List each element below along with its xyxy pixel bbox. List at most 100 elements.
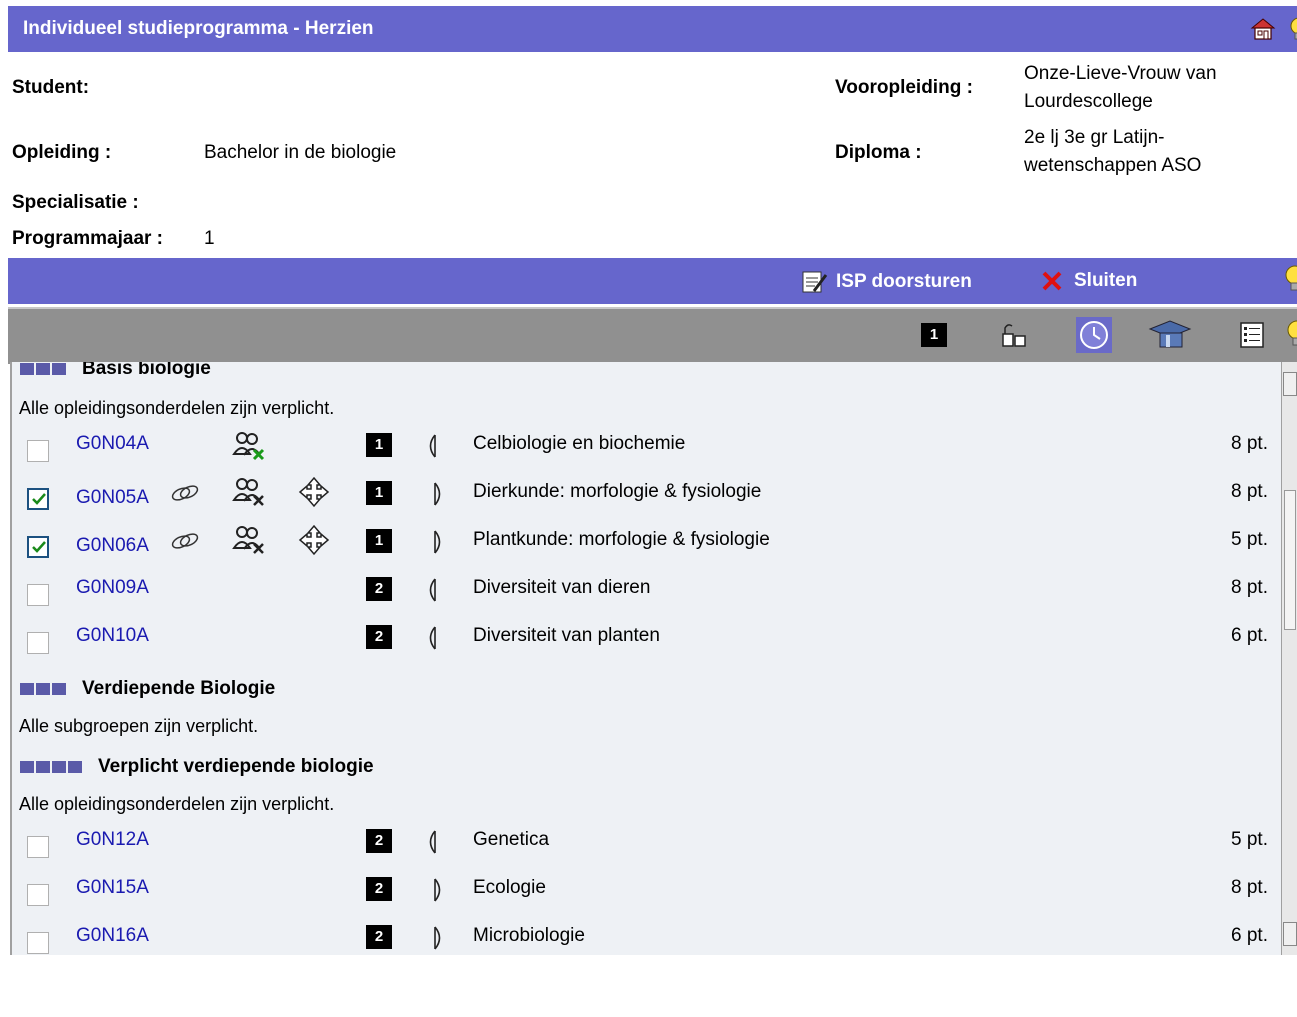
course-points: 8 pt. xyxy=(1231,577,1268,598)
lock-icon[interactable] xyxy=(998,319,1030,351)
semester-first-icon xyxy=(424,625,438,656)
course-row: G0N12A 2 Genetica 5 pt. xyxy=(12,826,1282,872)
opleiding-label: Opleiding : xyxy=(12,142,112,163)
vooropleiding-value-line1: Onze-Lieve-Vrouw van xyxy=(1024,63,1217,84)
phase-badge: 2 xyxy=(366,925,392,949)
course-name: Diversiteit van dieren xyxy=(473,577,651,598)
sluiten-button[interactable]: Sluiten xyxy=(1040,269,1137,293)
course-name: Diversiteit van planten xyxy=(473,625,660,646)
course-points: 8 pt. xyxy=(1231,433,1268,454)
link-chain-icon[interactable] xyxy=(170,530,200,557)
group-title-verplicht: Verplicht verdiepende biologie xyxy=(20,756,374,778)
course-row: G0N05A 1 Dierkunde: morfologie & fysiolo… xyxy=(12,476,1282,524)
course-code-link[interactable]: G0N05A xyxy=(76,487,149,509)
semester-first-icon xyxy=(424,577,438,608)
diploma-value-line2: wetenschappen ASO xyxy=(1024,155,1202,176)
semester-second-icon xyxy=(432,877,446,908)
phase-badge: 1 xyxy=(366,529,392,553)
course-row: G0N09A 2 Diversiteit van dieren 8 pt. xyxy=(12,574,1282,620)
opleiding-value: Bachelor in de biologie xyxy=(204,142,397,163)
group-note: Alle opleidingsonderdelen zijn verplicht… xyxy=(19,794,335,814)
programmajaar-value: 1 xyxy=(204,228,215,249)
home-icon[interactable] xyxy=(1250,16,1276,42)
isp-doorsturen-button[interactable]: ISP doorsturen xyxy=(800,269,972,295)
phase-badge: 1 xyxy=(366,433,392,457)
course-code-link[interactable]: G0N10A xyxy=(76,625,149,647)
course-points: 5 pt. xyxy=(1231,829,1268,850)
course-checkbox[interactable] xyxy=(27,632,49,654)
clock-icon[interactable] xyxy=(1076,317,1112,353)
group-title-basis: Basis biologie xyxy=(20,362,211,380)
student-label: Student: xyxy=(12,77,90,98)
course-code-link[interactable]: G0N12A xyxy=(76,829,149,851)
course-name: Microbiologie xyxy=(473,925,585,946)
column-toolbar: 1 xyxy=(8,307,1297,364)
group-note: Alle subgroepen zijn verplicht. xyxy=(19,716,259,736)
course-checkbox[interactable] xyxy=(27,932,49,954)
course-code-link[interactable]: G0N15A xyxy=(76,877,149,899)
level-marker-icon xyxy=(20,761,84,773)
course-name: Genetica xyxy=(473,829,550,850)
group-note: Alle opleidingsonderdelen zijn verplicht… xyxy=(19,398,335,418)
page-title: Individueel studieprogramma - Herzien xyxy=(23,18,374,39)
diploma-value-line1: 2e lj 3e gr Latijn- xyxy=(1024,127,1165,148)
course-checkbox[interactable] xyxy=(27,584,49,606)
group-title-text: Basis biologie xyxy=(82,362,211,379)
phase-badge: 2 xyxy=(366,877,392,901)
scroll-thumb[interactable] xyxy=(1284,490,1296,630)
course-code-link[interactable]: G0N06A xyxy=(76,535,149,557)
semester-second-icon xyxy=(432,481,446,512)
course-code-link[interactable]: G0N09A xyxy=(76,577,149,599)
level-marker-icon xyxy=(20,683,68,695)
course-checkbox[interactable] xyxy=(27,440,49,462)
course-row: G0N15A 2 Ecologie 8 pt. xyxy=(12,874,1282,920)
specialisatie-label: Specialisatie : xyxy=(12,192,139,213)
course-points: 6 pt. xyxy=(1231,625,1268,646)
help-bulb-icon[interactable] xyxy=(1285,319,1297,349)
phase-number: 1 xyxy=(921,323,947,347)
vertical-scrollbar[interactable] xyxy=(1281,362,1297,955)
semester-first-icon xyxy=(424,829,438,860)
course-name: Ecologie xyxy=(473,877,546,898)
group-title-verdiepende: Verdiepende Biologie xyxy=(20,678,275,700)
move-arrows-icon[interactable] xyxy=(298,476,330,513)
scroll-down-button[interactable] xyxy=(1283,922,1297,946)
help-bulb-icon[interactable] xyxy=(1287,16,1297,42)
persons-icon[interactable] xyxy=(232,476,266,513)
sluiten-label: Sluiten xyxy=(1074,270,1138,291)
persons-icon[interactable] xyxy=(232,524,266,561)
list-icon[interactable] xyxy=(1236,319,1268,351)
semester-first-icon xyxy=(424,433,438,464)
phase-badge: 2 xyxy=(366,577,392,601)
action-bar: ISP doorsturen Sluiten xyxy=(8,258,1297,304)
semester-second-icon xyxy=(432,529,446,560)
send-notepad-icon xyxy=(802,271,828,293)
phase-filter-icon[interactable]: 1 xyxy=(918,319,950,351)
course-row: G0N10A 2 Diversiteit van planten 6 pt. xyxy=(12,622,1282,668)
graduation-cap-icon[interactable] xyxy=(1148,319,1192,351)
course-row: G0N04A 1 Celbiologie en biochemie 8 pt. xyxy=(12,430,1282,476)
course-code-link[interactable]: G0N04A xyxy=(76,433,149,455)
programmajaar-label: Programmajaar : xyxy=(12,228,164,249)
diploma-label: Diploma : xyxy=(835,142,922,163)
person-remove-icon[interactable] xyxy=(232,430,266,467)
course-points: 8 pt. xyxy=(1231,481,1268,502)
group-title-text: Verplicht verdiepende biologie xyxy=(98,756,374,777)
close-icon xyxy=(1042,271,1062,291)
program-list[interactable]: Basis biologie Alle opleidingsonderdelen… xyxy=(10,362,1282,955)
course-checkbox-checked[interactable] xyxy=(27,488,49,510)
course-checkbox[interactable] xyxy=(27,884,49,906)
phase-badge: 2 xyxy=(366,829,392,853)
course-checkbox-checked[interactable] xyxy=(27,536,49,558)
move-arrows-icon[interactable] xyxy=(298,524,330,561)
vooropleiding-label: Vooropleiding : xyxy=(835,77,973,98)
isp-doorsturen-label: ISP doorsturen xyxy=(836,271,972,292)
scroll-up-button[interactable] xyxy=(1283,372,1297,396)
link-chain-icon[interactable] xyxy=(170,482,200,509)
course-points: 8 pt. xyxy=(1231,877,1268,898)
course-points: 5 pt. xyxy=(1231,529,1268,550)
course-checkbox[interactable] xyxy=(27,836,49,858)
help-bulb-icon[interactable] xyxy=(1283,264,1297,294)
course-name: Dierkunde: morfologie & fysiologie xyxy=(473,481,762,502)
course-code-link[interactable]: G0N16A xyxy=(76,925,149,947)
